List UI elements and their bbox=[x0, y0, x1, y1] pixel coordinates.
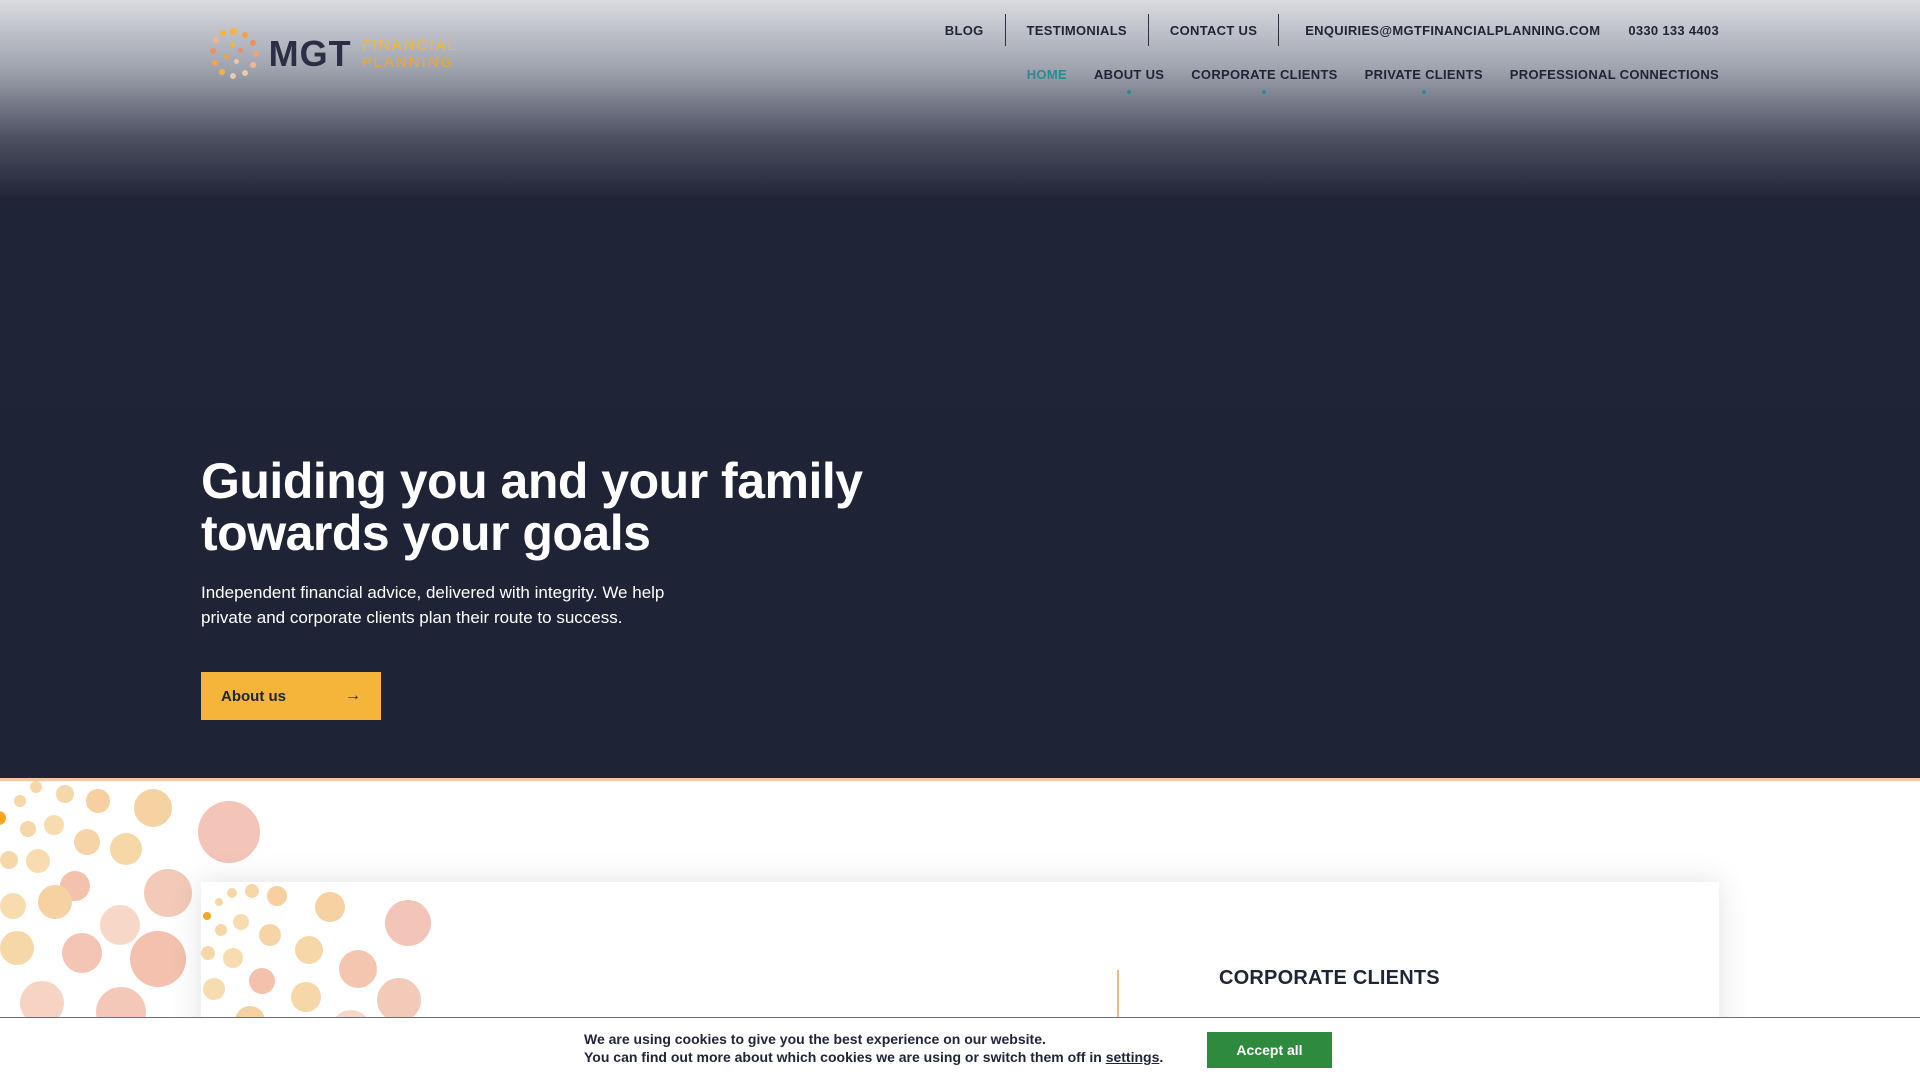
logo-mark-icon bbox=[208, 26, 261, 82]
submenu-indicator-icon bbox=[1421, 90, 1426, 94]
arrow-right-icon: → bbox=[345, 687, 361, 704]
submenu-indicator-icon bbox=[1127, 90, 1132, 94]
accept-all-cookies-button[interactable]: Accept all bbox=[1207, 1032, 1332, 1068]
card-title: CORPORATE CLIENTS bbox=[1219, 967, 1440, 989]
cookie-settings-link[interactable]: settings bbox=[1106, 1049, 1160, 1065]
nav-phone-link[interactable]: 0330 133 4403 bbox=[1614, 14, 1719, 46]
main-nav-professional-connections[interactable]: PROFESSIONAL CONNECTIONS bbox=[1510, 67, 1719, 82]
hero-title: Guiding you and your family towards your… bbox=[201, 453, 863, 561]
cookie-banner: We are using cookies to give you the bes… bbox=[0, 1017, 1920, 1080]
nav-email-link[interactable]: ENQUIRIES@MGTFINANCIALPLANNING.COM bbox=[1279, 14, 1614, 46]
main-nav-item-about: ABOUT US bbox=[1094, 66, 1164, 94]
logo-wordmark: MGT bbox=[268, 33, 352, 74]
main-nav-item-corporate: CORPORATE CLIENTS bbox=[1191, 66, 1337, 94]
main-nav: HOME ABOUT US CORPORATE CLIENTS PRIVATE … bbox=[1000, 66, 1719, 94]
main-nav-item-professional: PROFESSIONAL CONNECTIONS bbox=[1510, 66, 1719, 84]
nav-contact-us[interactable]: CONTACT US bbox=[1149, 14, 1278, 46]
nav-blog[interactable]: BLOG bbox=[924, 14, 1005, 46]
logo[interactable]: MGT FINANCIAL PLANNING bbox=[208, 24, 458, 84]
about-us-button-label: About us bbox=[221, 687, 286, 705]
main-nav-about-us[interactable]: ABOUT US bbox=[1094, 67, 1164, 82]
nav-testimonials[interactable]: TESTIMONIALS bbox=[1006, 14, 1148, 46]
top-nav: BLOG TESTIMONIALS CONTACT US ENQUIRIES@M… bbox=[924, 14, 1719, 46]
cookie-message: We are using cookies to give you the bes… bbox=[584, 1031, 1164, 1065]
about-us-button[interactable]: About us → bbox=[201, 672, 381, 720]
main-nav-item-home: HOME bbox=[1027, 66, 1067, 84]
main-nav-item-private: PRIVATE CLIENTS bbox=[1365, 66, 1483, 94]
main-nav-private-clients[interactable]: PRIVATE CLIENTS bbox=[1365, 67, 1483, 82]
submenu-indicator-icon bbox=[1262, 90, 1267, 94]
hero-description: Independent financial advice, delivered … bbox=[201, 583, 665, 627]
logo-subtitle: FINANCIAL PLANNING bbox=[361, 37, 458, 71]
hero-section: MGT FINANCIAL PLANNING BLOG TESTIMONIALS… bbox=[0, 0, 1920, 780]
main-nav-corporate-clients[interactable]: CORPORATE CLIENTS bbox=[1191, 67, 1337, 82]
main-nav-home[interactable]: HOME bbox=[1027, 67, 1067, 82]
